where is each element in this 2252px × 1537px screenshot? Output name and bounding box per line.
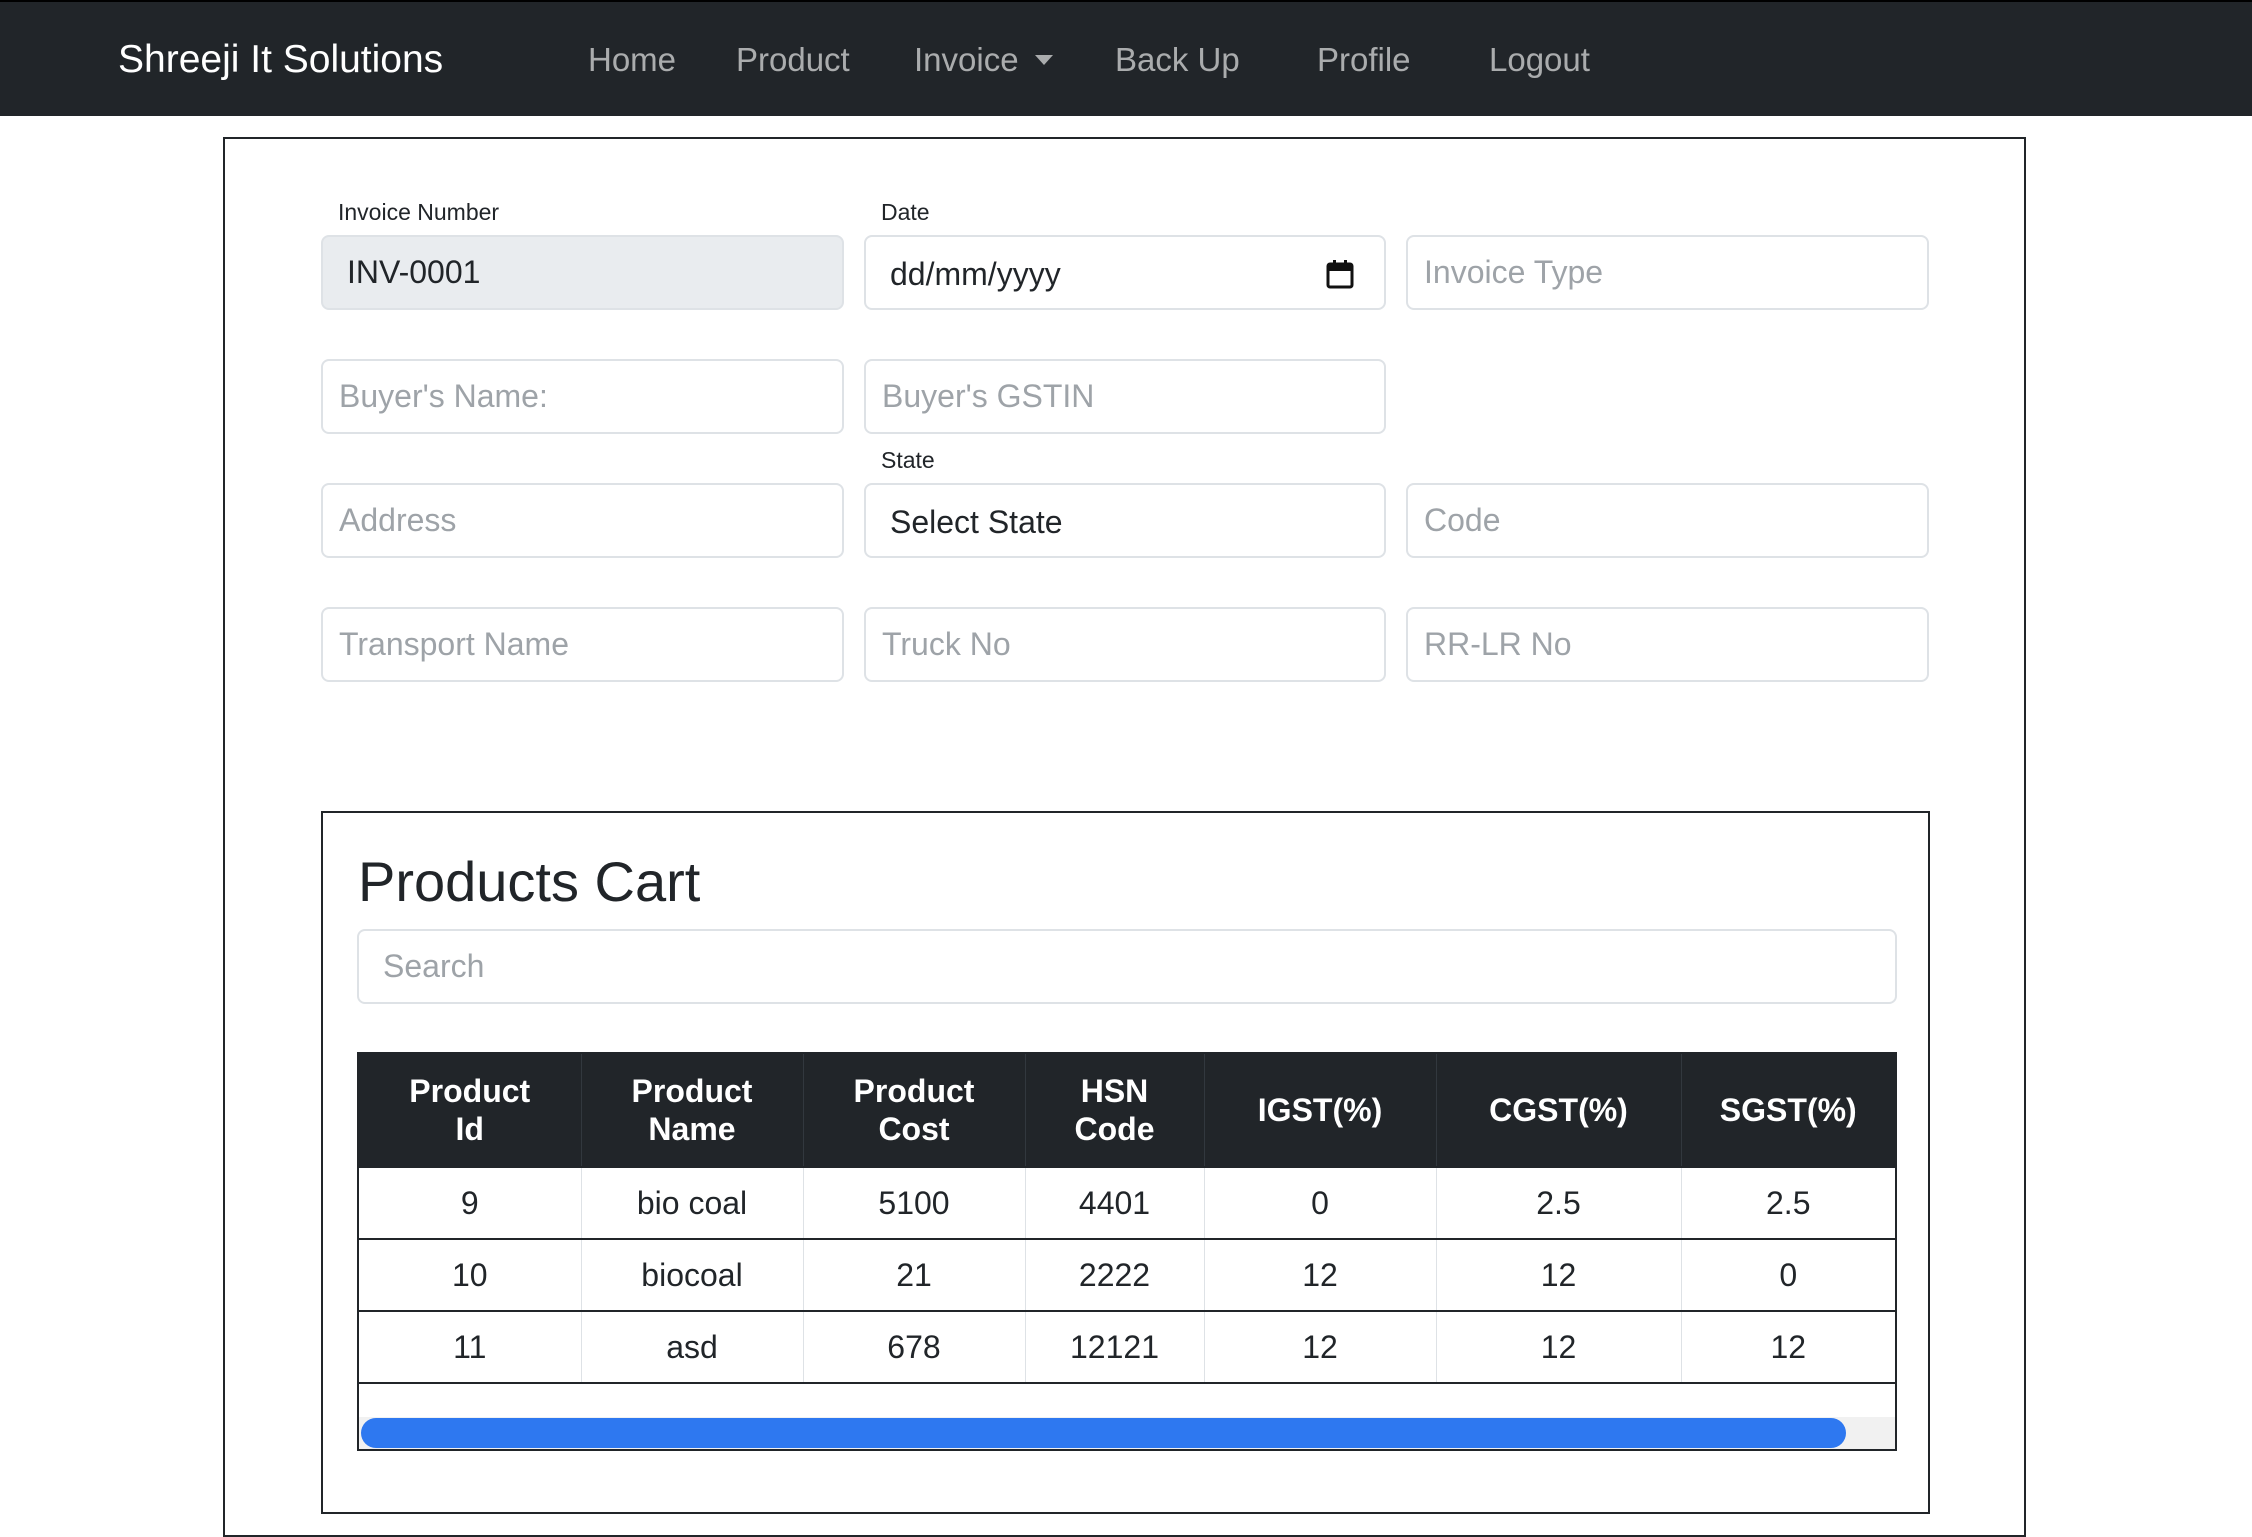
products-cart: Products Cart ProductIdProductNameProduc… [321,811,1930,1514]
column-header: SGST(%) [1681,1054,1895,1168]
table-cell: 12 [1681,1311,1895,1384]
column-header-text: Product [631,1073,753,1109]
cart-search-input[interactable] [357,929,1897,1004]
column-header: Product Id [359,1054,582,1168]
table-cell: 5100 [803,1167,1026,1240]
horizontal-scrollbar-thumb[interactable] [361,1418,1846,1448]
table-cell: 21 [803,1239,1026,1312]
address-field[interactable] [321,483,844,558]
table-body: 9 bio coal 5100 4401 0 2.5 2.5 10 biocoal 21 2222 1… [359,1167,1895,1384]
column-header-text: Product [853,1073,975,1109]
products-table: Product Id Product Name Product Cost HSN Code IG… [359,1054,1895,1384]
date-field[interactable]: dd/mm/yyyy [864,235,1386,310]
chevron-down-icon [1034,55,1053,65]
table-cell: 2.5 [1681,1167,1895,1240]
column-header: IGST(%) [1204,1054,1437,1168]
column-header-text: HSN [1080,1073,1149,1109]
state-select-value: Select State [890,504,1063,540]
products-cart-title: Products Cart [358,850,701,913]
table-cell: 9 [359,1167,582,1240]
table-header-row: Product Id Product Name Product Cost HSN Code IG… [359,1054,1895,1168]
nav-invoice-dropdown[interactable]: Invoice [914,41,1053,79]
table-cell: bio coal [581,1167,804,1240]
brand-logo[interactable]: Shreeji It Solutions [118,38,443,82]
state-label: State [881,447,935,473]
column-header-text: IGST(%) [1257,1092,1383,1128]
calendar-icon[interactable] [1326,259,1354,289]
table-cell: 12 [1204,1311,1437,1384]
column-header: CGST(%) [1436,1054,1682,1168]
nav-backup[interactable]: Back Up [1115,41,1240,79]
table-cell: 12 [1204,1239,1437,1312]
column-header-text: Cost [878,1111,950,1147]
horizontal-scrollbar[interactable] [359,1417,1895,1449]
table-cell: 678 [803,1311,1026,1384]
column-header-text: Id [455,1111,484,1147]
state-select[interactable]: Select State [864,483,1386,558]
nav-product[interactable]: Product [736,41,850,79]
table-cell: 2.5 [1436,1167,1682,1240]
table-cell: biocoal [581,1239,804,1312]
column-header-text: CGST(%) [1489,1092,1628,1128]
nav-invoice-label: Invoice [914,41,1019,78]
table-cell: 12121 [1025,1311,1205,1384]
rr-lr-no-field[interactable] [1406,607,1929,682]
table-cell: 11 [359,1311,582,1384]
column-header-text: Code [1074,1111,1155,1147]
date-value: dd/mm/yyyy [890,256,1061,292]
navbar: Shreeji It Solutions Home Product Invoic… [0,0,2252,116]
table-row[interactable]: 11 asd 678 12121 12 12 12 [359,1311,1895,1384]
products-table-container: Product Id Product Name Product Cost HSN Code IG… [357,1052,1897,1451]
truck-no-field[interactable] [864,607,1386,682]
table-cell: asd [581,1311,804,1384]
invoice-number-field[interactable] [321,235,844,310]
column-header-text: Product [409,1073,531,1109]
nav-logout[interactable]: Logout [1489,41,1590,79]
table-cell: 2222 [1025,1239,1205,1312]
invoice-number-label: Invoice Number [338,199,500,225]
nav-home[interactable]: Home [588,41,676,79]
table-cell: 12 [1436,1239,1682,1312]
date-label: Date [881,199,930,225]
invoice-type-field[interactable] [1406,235,1929,310]
buyer-name-field[interactable] [321,359,844,434]
table-row[interactable]: 10 biocoal 21 2222 12 12 0 [359,1239,1895,1312]
column-header-text: SGST(%) [1719,1092,1857,1128]
table-cell: 0 [1204,1167,1437,1240]
column-header: Product Cost [803,1054,1026,1168]
table-cell: 10 [359,1239,582,1312]
column-header: HSN Code [1025,1054,1205,1168]
nav-profile[interactable]: Profile [1317,41,1411,79]
transport-name-field[interactable] [321,607,844,682]
table-cell: 12 [1436,1311,1682,1384]
buyer-gstin-field[interactable] [864,359,1386,434]
table-cell: 0 [1681,1239,1895,1312]
table-row[interactable]: 9 bio coal 5100 4401 0 2.5 2.5 [359,1167,1895,1240]
column-header: Product Name [581,1054,804,1168]
column-header-text: Name [648,1111,736,1147]
code-field[interactable] [1406,483,1929,558]
table-cell: 4401 [1025,1167,1205,1240]
